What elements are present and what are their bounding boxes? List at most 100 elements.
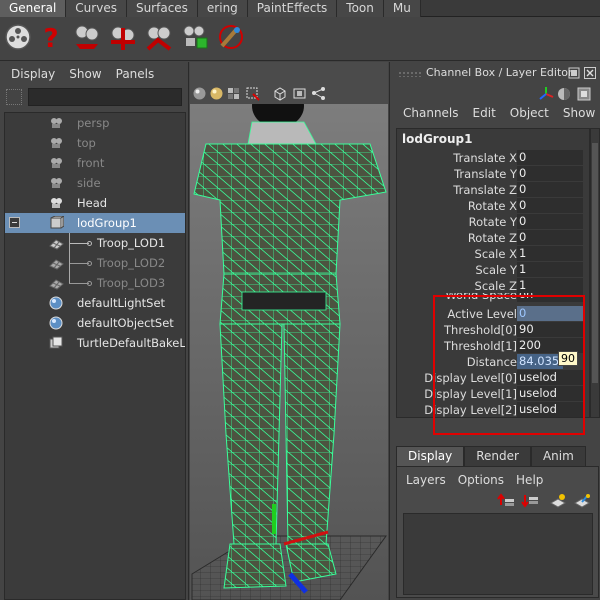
lod-brush-icon[interactable]: [216, 22, 246, 52]
outliner-item-head[interactable]: Head: [5, 193, 185, 213]
attr-active-level[interactable]: Active Level 0: [397, 306, 585, 322]
attr-scale-z[interactable]: Scale Z1: [397, 278, 585, 294]
camera-film-icon[interactable]: [292, 86, 307, 101]
layer-list[interactable]: [403, 513, 593, 595]
tool-settings-icon[interactable]: [576, 86, 592, 102]
outliner-item-lodgroup1[interactable]: lodGroup1: [5, 213, 185, 233]
help-question-icon[interactable]: ?: [36, 22, 66, 52]
attr-value-field[interactable]: uselod: [517, 402, 583, 417]
outliner-item-troop-lod2[interactable]: Troop_LOD2: [5, 253, 185, 273]
attr-value-field[interactable]: 0: [517, 214, 583, 229]
lit-sphere-icon[interactable]: [209, 86, 224, 101]
layer-menu-options[interactable]: Options: [458, 473, 504, 487]
channel-box-menu-edit[interactable]: Edit: [473, 106, 496, 126]
attr-world-space[interactable]: World Space on: [397, 293, 585, 303]
outliner-item-troop-lod1[interactable]: Troop_LOD1: [5, 233, 185, 253]
attr-display-level-2[interactable]: Display Level[2] uselod: [397, 402, 585, 418]
outliner-item-front[interactable]: front: [5, 153, 185, 173]
outliner-item-defaultobjectset[interactable]: defaultObjectSet: [5, 313, 185, 333]
outliner-item-turtledefaultbakelayer[interactable]: TurtleDefaultBakeLa: [5, 333, 185, 353]
layer-menu-layers[interactable]: Layers: [406, 473, 446, 487]
attr-display-level-1[interactable]: Display Level[1] uselod: [397, 386, 585, 402]
attr-threshold-1[interactable]: Threshold[1] 200: [397, 338, 585, 354]
viewport-scene[interactable]: [190, 104, 388, 600]
panel-grip-icon[interactable]: [398, 71, 422, 77]
attr-scale-y[interactable]: Scale Y1: [397, 262, 585, 278]
attr-value-field[interactable]: 1: [517, 278, 583, 293]
attr-value-field[interactable]: 0: [517, 306, 583, 321]
attr-value-field[interactable]: 0: [517, 150, 583, 165]
channel-box-scrollbar[interactable]: [590, 128, 600, 418]
channel-box-menu-channels[interactable]: Channels: [403, 106, 459, 126]
attr-value-field[interactable]: 84.035: [517, 354, 563, 369]
attr-distance[interactable]: Distance 84.035: [397, 354, 585, 370]
lod-group-icon[interactable]: [72, 22, 102, 52]
close-icon[interactable]: [584, 67, 596, 79]
film-reel-icon[interactable]: [3, 22, 33, 52]
attr-rotate-y[interactable]: Rotate Y0: [397, 214, 585, 230]
lod-paint-icon[interactable]: [180, 22, 210, 52]
lod-fx-icon[interactable]: [108, 22, 138, 52]
attr-translate-z[interactable]: Translate Z0: [397, 182, 585, 198]
attr-scale-x[interactable]: Scale X1: [397, 246, 585, 262]
new-layer-icon[interactable]: [549, 493, 567, 509]
layer-tab-display[interactable]: Display: [396, 446, 465, 466]
cube-icon[interactable]: [272, 86, 287, 101]
attr-rotate-z[interactable]: Rotate Z0: [397, 230, 585, 246]
character-mesh[interactable]: [193, 104, 387, 589]
attr-value-field[interactable]: on: [517, 293, 583, 302]
outliner-menu-panels[interactable]: Panels: [116, 67, 155, 81]
shelf-tab-painteffects[interactable]: PaintEffects: [247, 0, 338, 17]
select-region-icon[interactable]: [245, 86, 260, 101]
new-layer-from-selection-icon[interactable]: [573, 493, 591, 509]
viewport-panel[interactable]: [190, 62, 388, 600]
outliner-item-defaultlightset[interactable]: defaultLightSet: [5, 293, 185, 313]
move-layer-down-icon[interactable]: [521, 493, 539, 509]
layer-tab-anim[interactable]: Anim: [530, 446, 586, 466]
attr-display-level-0[interactable]: Display Level[0] uselod: [397, 370, 585, 386]
shelf-tab-general[interactable]: General: [0, 0, 67, 17]
outliner-menu-show[interactable]: Show: [69, 67, 101, 81]
attr-value-field[interactable]: 1: [517, 246, 583, 261]
outliner-item-troop-lod3[interactable]: Troop_LOD3: [5, 273, 185, 293]
layer-tab-render[interactable]: Render: [464, 446, 531, 466]
shelf-tab-muscle[interactable]: Mu: [383, 0, 421, 17]
attr-rotate-x[interactable]: Rotate X0: [397, 198, 585, 214]
lod-tools-icon[interactable]: [144, 22, 174, 52]
outliner-item-side[interactable]: side: [5, 173, 185, 193]
outliner-filter-button[interactable]: [6, 89, 22, 105]
collapse-toggle-icon[interactable]: [9, 217, 20, 228]
channel-box-menu-object[interactable]: Object: [510, 106, 549, 126]
attr-value-field[interactable]: 0: [517, 182, 583, 197]
attr-value-field[interactable]: 0: [517, 166, 583, 181]
move-layer-up-icon[interactable]: [497, 493, 515, 509]
outliner-menu-display[interactable]: Display: [11, 67, 55, 81]
scrollbar-thumb[interactable]: [592, 143, 598, 383]
outliner-item-persp[interactable]: persp: [5, 113, 185, 133]
shelf-tab-surfaces[interactable]: Surfaces: [126, 0, 198, 17]
attr-translate-y[interactable]: Translate Y0: [397, 166, 585, 182]
outliner-list[interactable]: persp top front side Head lodGroup1 Troo…: [4, 112, 186, 600]
attr-value-field[interactable]: uselod: [517, 386, 583, 401]
attr-value-field[interactable]: uselod: [517, 370, 583, 385]
shelf-tab-rendering[interactable]: ering: [197, 0, 248, 17]
attribute-editor-icon[interactable]: [556, 86, 572, 102]
outliner-item-label: lodGroup1: [77, 216, 137, 230]
attr-translate-x[interactable]: Translate X0: [397, 150, 585, 166]
attr-value-field[interactable]: 0: [517, 198, 583, 213]
node-network-icon[interactable]: [311, 86, 326, 101]
channel-box-menu-show[interactable]: Show: [563, 106, 595, 126]
float-panel-icon[interactable]: [568, 67, 580, 79]
axis-gizmo-icon[interactable]: [538, 86, 554, 102]
shelf-tab-toon[interactable]: Toon: [337, 0, 384, 17]
outliner-search-input[interactable]: [28, 88, 182, 106]
outliner-item-top[interactable]: top: [5, 133, 185, 153]
layer-menu-help[interactable]: Help: [516, 473, 543, 487]
attr-value-field[interactable]: 0: [517, 230, 583, 245]
shelf-tab-curves[interactable]: Curves: [66, 0, 127, 17]
attr-value-field[interactable]: 1: [517, 262, 583, 277]
shaded-sphere-icon[interactable]: [192, 86, 207, 101]
texture-checker-icon[interactable]: [226, 86, 241, 101]
attr-value-field[interactable]: 90: [517, 322, 583, 337]
attr-threshold-0[interactable]: Threshold[0] 90: [397, 322, 585, 338]
